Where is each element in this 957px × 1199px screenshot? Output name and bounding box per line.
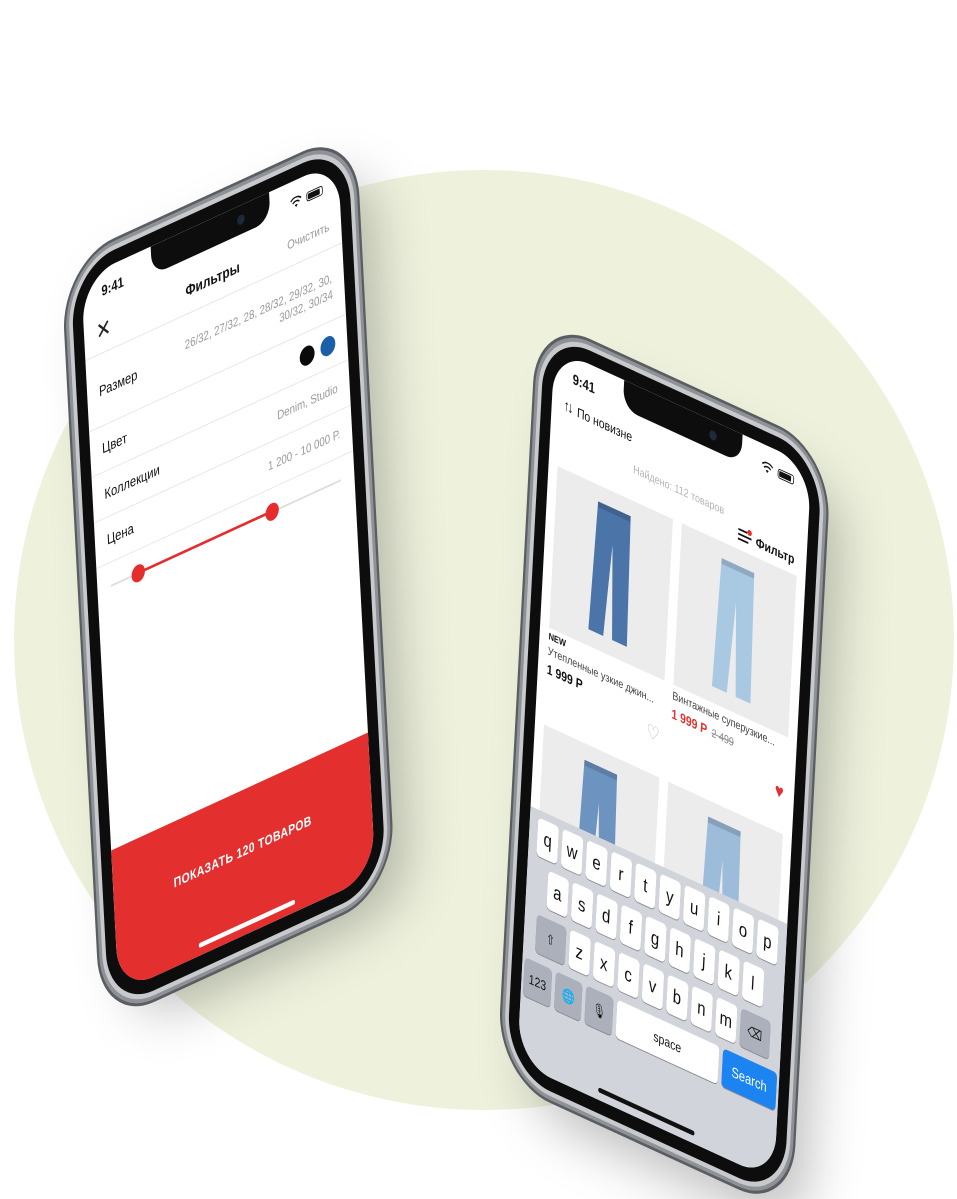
- product-old-price: 2 499: [711, 725, 735, 750]
- backspace-key[interactable]: ⌫: [738, 1007, 771, 1060]
- color-swatch[interactable]: [319, 332, 336, 359]
- product-card[interactable]: NEW Утепленные узкие джин... 1 999 Р ♡: [545, 466, 673, 766]
- key-h[interactable]: h: [668, 926, 691, 975]
- clear-button[interactable]: Очистить: [287, 219, 330, 252]
- product-card[interactable]: Винтажные суперузкие... 1 999 Р2 499 ♥: [668, 523, 797, 823]
- slider-handle-max[interactable]: [264, 500, 280, 524]
- key-q[interactable]: q: [536, 817, 560, 865]
- key-p[interactable]: p: [756, 918, 779, 966]
- key-u[interactable]: u: [682, 884, 706, 933]
- key-e[interactable]: e: [585, 839, 608, 888]
- key-z[interactable]: z: [567, 929, 591, 977]
- key-n[interactable]: n: [690, 985, 713, 1033]
- key-x[interactable]: x: [592, 940, 616, 988]
- status-time: 9:41: [572, 370, 596, 398]
- product-old-price: [587, 681, 588, 694]
- status-time: 9:41: [101, 273, 125, 300]
- key-y[interactable]: y: [658, 873, 682, 921]
- filter-label: Размер: [98, 366, 138, 401]
- battery-icon: [777, 468, 795, 486]
- jeans-icon: [712, 558, 755, 704]
- microphone-icon[interactable]: 🎙: [584, 985, 614, 1036]
- key-k[interactable]: k: [716, 948, 740, 997]
- catalog-screen: 9:41 ↑↓ По новизне Найдено: 112 товаров …: [517, 348, 812, 1181]
- key-f[interactable]: f: [619, 904, 642, 952]
- wifi-icon: [761, 461, 774, 473]
- heart-filled-icon[interactable]: ♥: [774, 779, 784, 804]
- page-title: Фильтры: [185, 259, 241, 301]
- key-d[interactable]: d: [594, 892, 618, 941]
- numbers-key[interactable]: 123: [522, 957, 553, 1008]
- filter-label: Цвет: [101, 429, 128, 458]
- key-v[interactable]: v: [641, 962, 664, 1011]
- key-a[interactable]: a: [546, 870, 569, 918]
- filters-screen: 9:41 ✕ Фильтры Очистить Размер 26/32, 27…: [81, 160, 376, 993]
- key-s[interactable]: s: [570, 881, 594, 930]
- camera-icon: [236, 213, 245, 227]
- key-b[interactable]: b: [665, 974, 689, 1022]
- key-m[interactable]: m: [714, 996, 738, 1044]
- phone-catalog: 9:41 ↑↓ По новизне Найдено: 112 товаров …: [506, 330, 823, 1199]
- phone-filters: 9:41 ✕ Фильтры Очистить Размер 26/32, 27…: [70, 142, 387, 1011]
- key-g[interactable]: g: [643, 915, 667, 963]
- key-t[interactable]: t: [633, 862, 657, 910]
- key-r[interactable]: r: [609, 850, 633, 899]
- heart-icon[interactable]: ♡: [646, 720, 660, 747]
- color-swatches: [299, 332, 336, 369]
- key-l[interactable]: l: [741, 960, 765, 1008]
- jeans-icon: [588, 501, 631, 647]
- slider-handle-min[interactable]: [131, 561, 146, 585]
- key-o[interactable]: o: [731, 907, 755, 955]
- key-c[interactable]: c: [616, 951, 640, 1000]
- filter-icon: [737, 527, 752, 546]
- color-swatch[interactable]: [299, 342, 316, 369]
- key-w[interactable]: w: [560, 828, 584, 877]
- wifi-icon: [290, 195, 302, 207]
- shift-key[interactable]: ⇧: [534, 913, 567, 966]
- key-j[interactable]: j: [692, 937, 716, 986]
- camera-icon: [708, 428, 717, 442]
- battery-icon: [306, 185, 323, 203]
- key-i[interactable]: i: [707, 895, 730, 944]
- filter-label: Цена: [106, 520, 135, 549]
- close-icon[interactable]: ✕: [95, 314, 111, 346]
- sort-icon: ↑↓: [563, 397, 572, 417]
- globe-icon[interactable]: 🌐: [553, 971, 583, 1022]
